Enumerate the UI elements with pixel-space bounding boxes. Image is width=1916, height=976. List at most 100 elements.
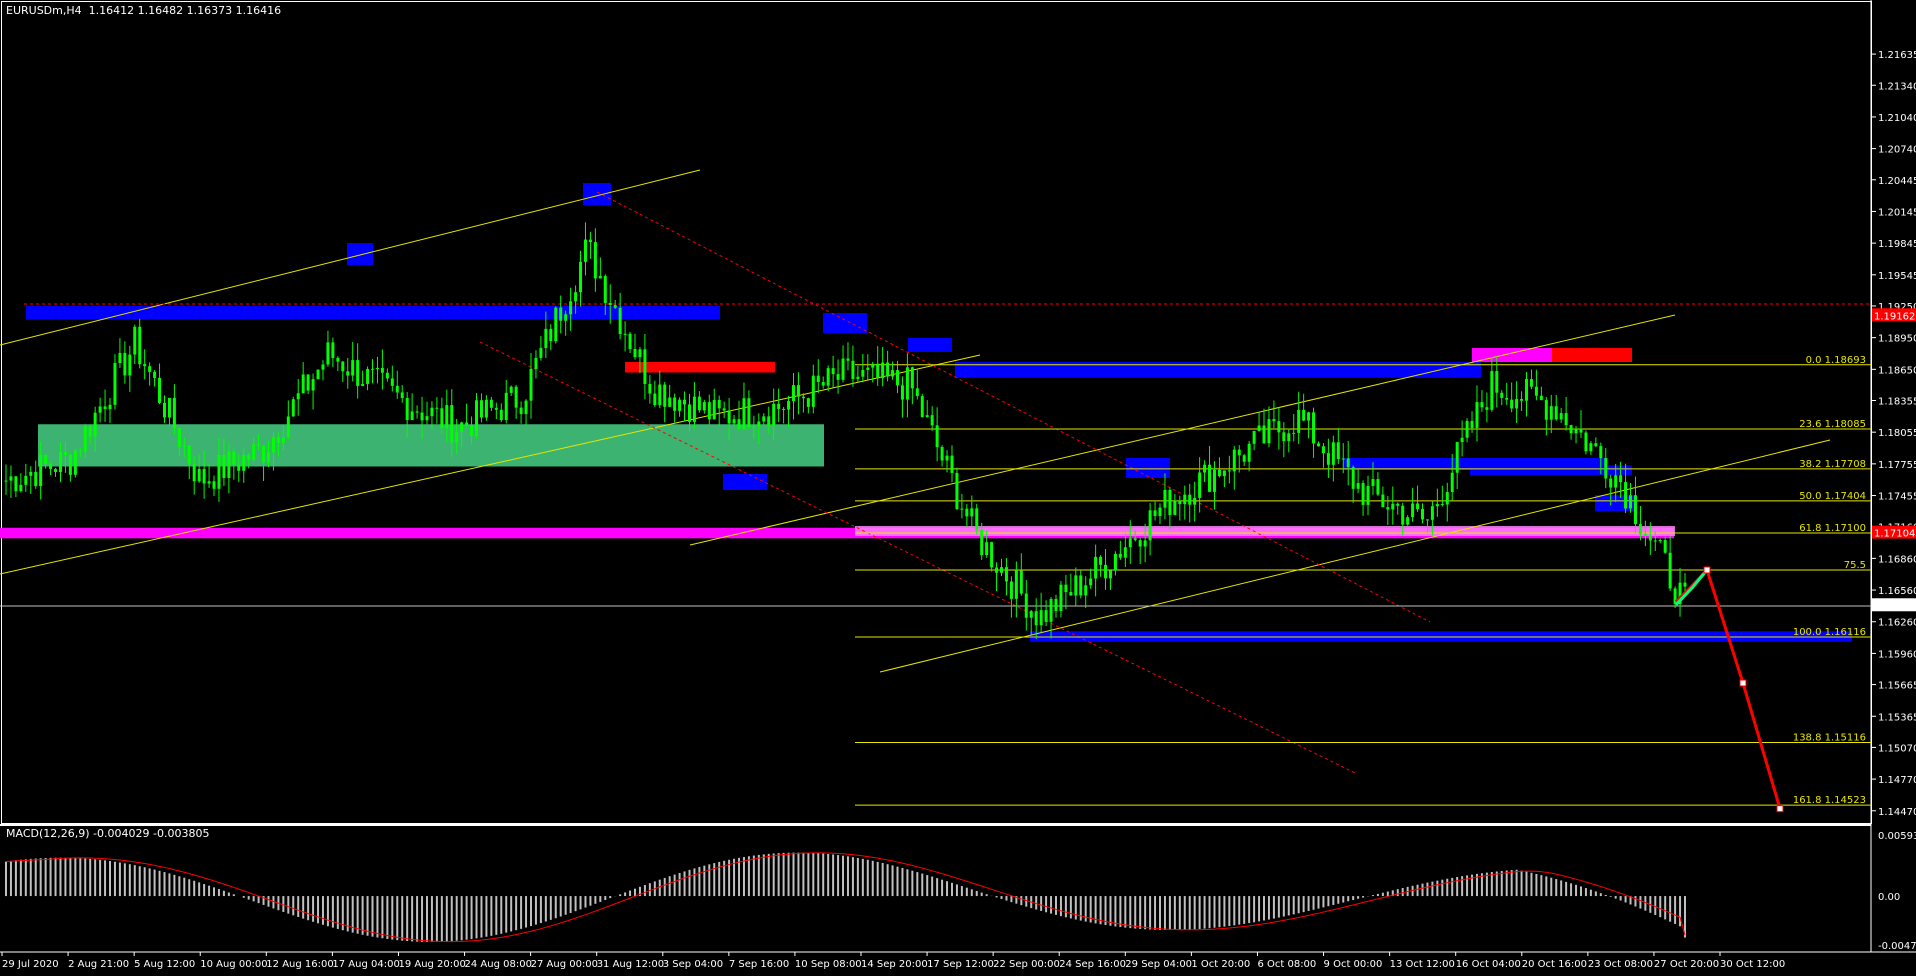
zone-red-top[interactable] xyxy=(1552,348,1632,362)
candle-body-299 xyxy=(1485,407,1489,410)
candle-body-68 xyxy=(341,361,345,372)
candle-body-311 xyxy=(1544,400,1548,420)
candle-body-1 xyxy=(9,476,13,481)
candle-body-74 xyxy=(371,368,375,370)
price-label-20: 1.15665 xyxy=(1878,681,1916,692)
candle-body-231 xyxy=(1148,510,1152,541)
price-label-12: 1.18055 xyxy=(1878,428,1916,439)
time-label-4: 12 Aug 16:00 xyxy=(266,959,333,970)
candle-body-234 xyxy=(1163,489,1167,508)
zone-green-2[interactable] xyxy=(38,424,824,467)
candle-body-296 xyxy=(1470,420,1474,428)
candle-body-303 xyxy=(1505,397,1509,400)
candle-body-12 xyxy=(63,452,67,455)
trendline-2[interactable] xyxy=(689,314,1676,546)
candle-body-313 xyxy=(1554,406,1558,420)
candle-body-238 xyxy=(1183,494,1187,505)
candle-body-5 xyxy=(29,471,33,476)
candle-body-197 xyxy=(980,529,984,556)
time-label-10: 3 Sep 04:00 xyxy=(663,959,723,970)
candle-body-137 xyxy=(683,399,687,405)
candle-body-114 xyxy=(569,301,573,315)
candle-body-187 xyxy=(930,415,934,426)
candle-body-120 xyxy=(598,276,602,279)
candle-body-334 xyxy=(1658,540,1662,542)
pivot-box-3[interactable] xyxy=(908,338,952,352)
candle-body-128 xyxy=(638,349,642,358)
time-label-16: 24 Sep 16:00 xyxy=(1059,959,1126,970)
candle-body-294 xyxy=(1460,437,1464,443)
candle-body-161 xyxy=(801,396,805,399)
chart-canvas[interactable]: 0.0 1.18693 23.6 1.18085 38.2 1.17708 50.0 … xyxy=(0,0,1916,972)
candle-body-173 xyxy=(861,369,865,377)
time-label-3: 10 Aug 00:00 xyxy=(200,959,267,970)
candle-body-193 xyxy=(960,508,964,510)
candle-body-169 xyxy=(841,358,845,380)
pivot-box-4[interactable] xyxy=(723,474,767,490)
candle-body-256 xyxy=(1272,419,1276,422)
zone-red-1[interactable] xyxy=(625,361,775,373)
time-label-18: 1 Oct 20:00 xyxy=(1191,959,1250,970)
candle-body-304 xyxy=(1510,399,1514,409)
price-label-2: 1.21040 xyxy=(1878,113,1916,124)
candle-body-63 xyxy=(316,369,320,380)
red-price-label-mid: 1.17104 xyxy=(1874,529,1915,540)
candle-body-242 xyxy=(1203,464,1207,473)
fib-label-50.0: 50.0 1.17404 xyxy=(1799,491,1866,502)
candle-body-132 xyxy=(658,384,662,406)
candle-body-92 xyxy=(460,422,464,432)
candle-body-309 xyxy=(1534,386,1538,396)
candle-body-149 xyxy=(742,398,746,429)
pivot-box-2[interactable] xyxy=(823,313,867,333)
price-label-0: 1.21635 xyxy=(1878,50,1916,61)
time-label-8: 27 Aug 00:00 xyxy=(531,959,598,970)
candle-body-83 xyxy=(415,411,419,413)
candle-body-21 xyxy=(108,404,112,410)
candle-body-209 xyxy=(1039,610,1043,626)
forecast-node-1[interactable] xyxy=(1739,679,1747,687)
candle-body-165 xyxy=(821,381,825,386)
candle-body-279 xyxy=(1386,507,1390,510)
pivot-box-7[interactable] xyxy=(1343,458,1608,470)
candle-body-8 xyxy=(44,454,48,464)
candle-body-266 xyxy=(1321,446,1325,454)
channel-dash-lower[interactable] xyxy=(479,341,1356,774)
forecast-node-2[interactable] xyxy=(1776,805,1784,813)
forecast-node-0[interactable] xyxy=(1703,566,1711,574)
price-label-16: 1.16860 xyxy=(1878,554,1916,565)
candle-body-316 xyxy=(1569,425,1573,434)
candle-body-13 xyxy=(68,454,72,475)
candle-body-37 xyxy=(187,445,191,465)
candle-body-196 xyxy=(975,508,979,530)
candle-body-72 xyxy=(361,384,365,386)
candle-body-150 xyxy=(747,398,751,427)
candle-body-10 xyxy=(54,468,58,472)
pivot-box-0[interactable] xyxy=(347,243,373,265)
candle-body-87 xyxy=(435,407,439,409)
candle-body-147 xyxy=(732,419,736,424)
candle-body-282 xyxy=(1401,505,1405,525)
price-label-22: 1.15070 xyxy=(1878,743,1916,754)
candle-body-312 xyxy=(1549,406,1553,420)
pivot-box-1[interactable] xyxy=(583,183,611,205)
candle-body-301 xyxy=(1495,371,1499,393)
candle-body-75 xyxy=(375,367,379,369)
chart-window[interactable]: 0.0 1.18693 23.6 1.18085 38.2 1.17708 50.0 … xyxy=(0,0,1916,972)
candle-body-288 xyxy=(1430,506,1434,520)
channel-dash-upper[interactable] xyxy=(596,191,1431,623)
candle-body-76 xyxy=(380,367,384,373)
candle-body-121 xyxy=(603,276,607,303)
candle-body-211 xyxy=(1049,598,1053,622)
price-label-21: 1.15365 xyxy=(1878,712,1916,723)
candle-body-320 xyxy=(1589,443,1593,452)
price-label-14: 1.17455 xyxy=(1878,492,1916,503)
candle-body-195 xyxy=(970,508,974,517)
candle-body-177 xyxy=(881,362,885,379)
candle-body-263 xyxy=(1307,412,1311,421)
candle-body-239 xyxy=(1188,494,1192,505)
candle-body-22 xyxy=(113,363,117,405)
candle-body-276 xyxy=(1371,479,1375,486)
candle-body-57 xyxy=(286,416,290,438)
fib-label-61.8: 61.8 1.17100 xyxy=(1799,523,1866,534)
candle-body-218 xyxy=(1084,585,1088,596)
